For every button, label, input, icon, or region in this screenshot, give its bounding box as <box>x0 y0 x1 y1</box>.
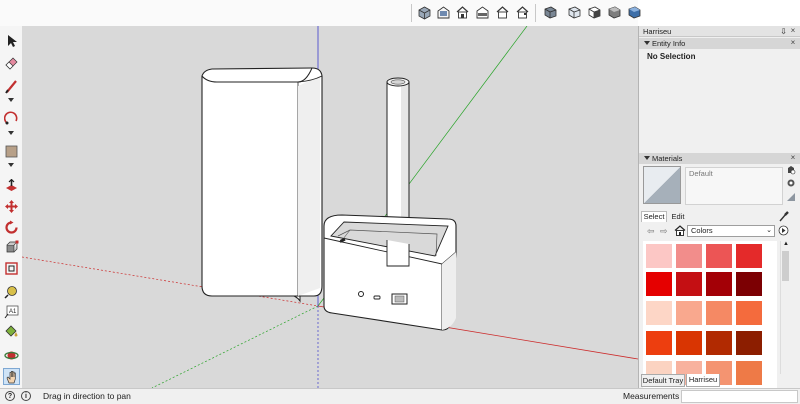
pan-icon[interactable] <box>3 368 20 385</box>
orbit-icon[interactable] <box>3 347 20 364</box>
rectangle-icon[interactable] <box>3 143 20 160</box>
tall-enclosure-model[interactable] <box>201 67 323 303</box>
collapse-arrow-icon <box>644 156 650 160</box>
status-message: Drag in direction to pan <box>43 391 131 401</box>
close-icon[interactable]: × <box>789 154 797 162</box>
entity-info-header[interactable]: Entity Info × <box>639 38 800 49</box>
create-material-icon[interactable] <box>786 165 796 177</box>
rotate-icon[interactable] <box>3 219 20 236</box>
geo-location-icon[interactable]: i <box>21 391 31 401</box>
scroll-up-icon[interactable]: ▲ <box>783 241 789 247</box>
tab-default-tray[interactable]: Default Tray <box>641 374 685 387</box>
material-swatch[interactable] <box>646 301 672 325</box>
material-swatch[interactable] <box>706 272 732 296</box>
material-swatch[interactable] <box>646 331 672 355</box>
arc-menu-caret[interactable] <box>8 131 14 135</box>
reset-material-icon[interactable] <box>786 178 796 190</box>
material-swatch[interactable] <box>676 244 702 268</box>
offset-icon[interactable] <box>3 260 20 277</box>
top-view-icon[interactable] <box>435 4 452 21</box>
material-swatch[interactable] <box>736 331 762 355</box>
entity-info-value: No Selection <box>647 52 696 61</box>
back-arrow-icon[interactable]: ⇦ <box>647 226 655 237</box>
base-box-model[interactable] <box>323 214 457 331</box>
rectangle-menu-caret[interactable] <box>8 163 14 167</box>
iso-view-icon[interactable] <box>416 4 433 21</box>
green-axis-dashed <box>151 305 319 388</box>
modeling-viewport[interactable] <box>22 26 638 388</box>
entity-info-header-label: Entity Info <box>652 39 686 48</box>
svg-text:A1: A1 <box>9 309 17 315</box>
scrollbar-thumb[interactable] <box>782 251 789 281</box>
material-swatch[interactable] <box>736 361 762 385</box>
close-icon[interactable]: × <box>789 39 797 47</box>
forward-arrow-icon[interactable]: ⇨ <box>660 226 668 237</box>
tray-title: Harriseu <box>643 27 672 36</box>
status-bar: ? i Drag in direction to pan Measurement… <box>0 388 800 404</box>
measurements-label: Measurements <box>623 391 680 401</box>
chevron-down-icon: ⌄ <box>766 227 772 234</box>
material-swatch[interactable] <box>706 301 732 325</box>
tab-edit[interactable]: Edit <box>669 211 687 222</box>
scale-icon[interactable] <box>3 239 20 256</box>
measurements-input[interactable] <box>681 390 798 403</box>
library-dropdown[interactable]: Colors ⌄ <box>687 225 775 237</box>
material-swatch[interactable] <box>706 244 732 268</box>
arc-icon[interactable] <box>3 110 20 127</box>
shaded-style-icon[interactable] <box>606 4 623 21</box>
material-swatch[interactable] <box>736 272 762 296</box>
default-tray-panel: Harriseu ⇩ × Entity Info × No Selection … <box>638 26 800 388</box>
material-swatch[interactable] <box>736 244 762 268</box>
material-swatch[interactable] <box>646 272 672 296</box>
materials-header[interactable]: Materials × <box>639 153 800 164</box>
material-swatch[interactable] <box>706 331 732 355</box>
default-material-icon[interactable] <box>786 192 796 204</box>
details-arrow-icon[interactable] <box>778 225 789 238</box>
paint-bucket-icon[interactable] <box>3 323 20 340</box>
select-icon[interactable] <box>3 32 20 49</box>
toolbar-separator <box>535 4 536 22</box>
front-view-icon[interactable] <box>454 4 471 21</box>
wireframe-style-icon[interactable] <box>566 4 583 21</box>
material-swatch-grid <box>643 241 777 388</box>
info-icon[interactable]: ? <box>5 391 15 401</box>
material-swatch[interactable] <box>676 301 702 325</box>
push-pull-icon[interactable] <box>3 178 20 195</box>
swatch-scrollbar[interactable]: ▲ <box>780 241 790 374</box>
material-swatch[interactable] <box>736 301 762 325</box>
tab-select[interactable]: Select <box>641 211 667 222</box>
tray-title-bar: Harriseu ⇩ × <box>639 26 800 37</box>
home-icon[interactable] <box>674 225 686 238</box>
left-toolbar: A1 <box>0 26 22 388</box>
eraser-icon[interactable] <box>3 54 20 71</box>
right-view-icon[interactable] <box>474 4 491 21</box>
sample-paint-icon[interactable] <box>778 210 790 224</box>
model-scene[interactable] <box>22 26 638 388</box>
library-dropdown-value: Colors <box>691 226 713 235</box>
materials-header-label: Materials <box>652 154 683 163</box>
material-preview[interactable] <box>643 166 681 204</box>
xray-style-icon[interactable] <box>542 4 559 21</box>
material-swatch[interactable] <box>676 331 702 355</box>
shaded-textures-style-icon[interactable] <box>626 4 643 21</box>
text-icon[interactable]: A1 <box>3 303 20 320</box>
collapse-arrow-icon <box>644 41 650 45</box>
line-menu-caret[interactable] <box>8 98 14 102</box>
line-icon[interactable] <box>3 78 20 95</box>
material-swatch[interactable] <box>676 272 702 296</box>
top-toolbar <box>0 0 641 26</box>
material-swatch[interactable] <box>646 244 672 268</box>
material-name-field[interactable]: Default <box>685 167 783 205</box>
back-view-icon[interactable] <box>494 4 511 21</box>
toolbar-grip[interactable] <box>411 4 412 22</box>
tape-measure-icon[interactable] <box>3 284 20 301</box>
hidden-line-style-icon[interactable] <box>586 4 603 21</box>
move-icon[interactable] <box>3 198 20 215</box>
pin-icon[interactable]: ⇩ <box>780 26 787 37</box>
tab-harriseu[interactable]: Harriseu <box>686 374 720 387</box>
close-icon[interactable]: × <box>789 27 797 35</box>
left-view-icon[interactable] <box>514 4 531 21</box>
